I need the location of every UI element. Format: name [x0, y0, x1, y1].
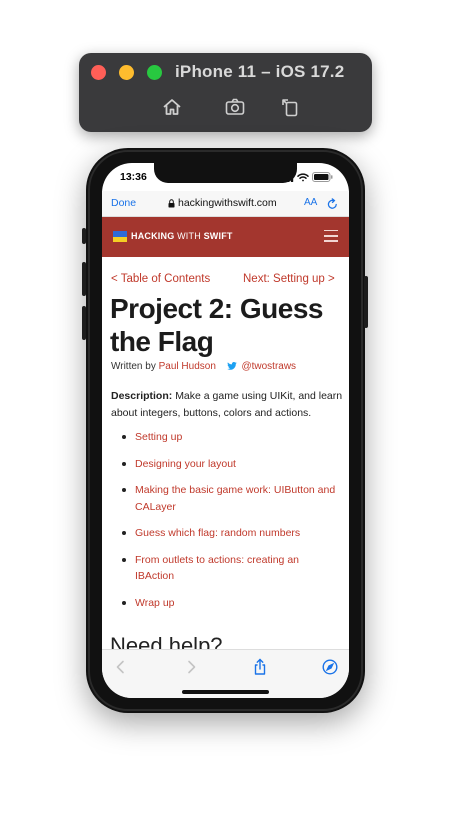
byline-label: Written by	[111, 361, 156, 372]
chapter-link[interactable]: Guess which flag: random numbers	[122, 525, 338, 542]
simulator-toolbar: iPhone 11 – iOS 17.2	[79, 53, 372, 132]
chapter-link[interactable]: From outlets to actions: creating an IBA…	[122, 552, 338, 585]
description-label: Description:	[111, 390, 173, 402]
back-button[interactable]	[112, 658, 130, 676]
chevron-right-icon	[188, 660, 196, 674]
battery-icon	[312, 172, 333, 182]
status-time: 13:36	[120, 171, 147, 183]
simulator-title: iPhone 11 – iOS 17.2	[175, 62, 345, 81]
home-button[interactable]	[161, 96, 183, 118]
lock-icon	[168, 198, 175, 207]
chapter-link[interactable]: Wrap up	[122, 595, 338, 612]
reload-icon	[327, 198, 337, 209]
safari-address-bar: Done hackingwithswift.com AA	[102, 191, 349, 217]
mute-switch	[82, 228, 86, 244]
twitter-handle-link[interactable]: @twostraws	[241, 361, 296, 372]
home-indicator[interactable]	[182, 690, 269, 694]
simulator-stage: iPhone 11 – iOS 17.2 13:36 Done hackingw…	[0, 0, 450, 818]
compass-icon	[322, 659, 338, 675]
rotate-icon	[282, 99, 298, 117]
share-button[interactable]	[251, 658, 269, 676]
twitter-icon	[226, 362, 237, 370]
logo-word-swift: SWIFT	[203, 231, 233, 241]
menu-button[interactable]	[324, 230, 338, 242]
byline: Written by Paul Hudson @twostraws	[111, 361, 296, 372]
logo-word-with: WITH	[177, 231, 201, 241]
article-content: < Table of Contents Next: Setting up > P…	[102, 257, 349, 649]
home-icon	[163, 99, 181, 115]
chevron-left-icon	[116, 660, 124, 674]
done-button[interactable]: Done	[111, 197, 136, 209]
author-link[interactable]: Paul Hudson	[159, 361, 216, 372]
screenshot-button[interactable]	[224, 96, 246, 118]
table-of-contents-link[interactable]: < Table of Contents	[111, 273, 210, 285]
rotate-button[interactable]	[279, 96, 301, 118]
minimize-window-button[interactable]	[119, 65, 134, 80]
chapter-link[interactable]: Setting up	[122, 429, 338, 446]
forward-button[interactable]	[182, 658, 200, 676]
reload-button[interactable]	[327, 197, 338, 215]
phone-screen: 13:36 Done hackingwithswift.com AA HACKI…	[102, 163, 349, 698]
screenshot-icon	[225, 98, 245, 115]
page-title: Project 2: Guess the Flag	[110, 293, 323, 357]
description: Description: Make a game using UIKit, an…	[111, 388, 343, 422]
volume-down-button	[82, 306, 86, 340]
menu-icon	[324, 230, 338, 232]
compass-button[interactable]	[321, 658, 339, 676]
notch	[154, 163, 297, 183]
ukraine-flag-icon	[113, 231, 127, 242]
site-logo[interactable]: HACKING WITH SWIFT	[131, 231, 233, 241]
safari-toolbar	[102, 649, 349, 698]
url-field[interactable]: hackingwithswift.com	[168, 197, 277, 209]
volume-up-button	[82, 262, 86, 296]
chapter-link[interactable]: Designing your layout	[122, 456, 338, 473]
wifi-icon	[297, 172, 309, 181]
share-icon	[254, 658, 266, 675]
need-help-heading: Need help?	[110, 633, 223, 649]
power-button	[364, 276, 368, 328]
url-text: hackingwithswift.com	[178, 197, 277, 209]
site-header: HACKING WITH SWIFT	[102, 217, 349, 257]
logo-word-hacking: HACKING	[131, 231, 175, 241]
text-size-button[interactable]: AA	[304, 197, 317, 208]
chapter-list: Setting up Designing your layout Making th…	[122, 429, 338, 611]
next-chapter-link[interactable]: Next: Setting up >	[243, 273, 335, 285]
close-window-button[interactable]	[91, 65, 106, 80]
zoom-window-button[interactable]	[147, 65, 162, 80]
chapter-link[interactable]: Making the basic game work: UIButton and…	[122, 482, 338, 515]
